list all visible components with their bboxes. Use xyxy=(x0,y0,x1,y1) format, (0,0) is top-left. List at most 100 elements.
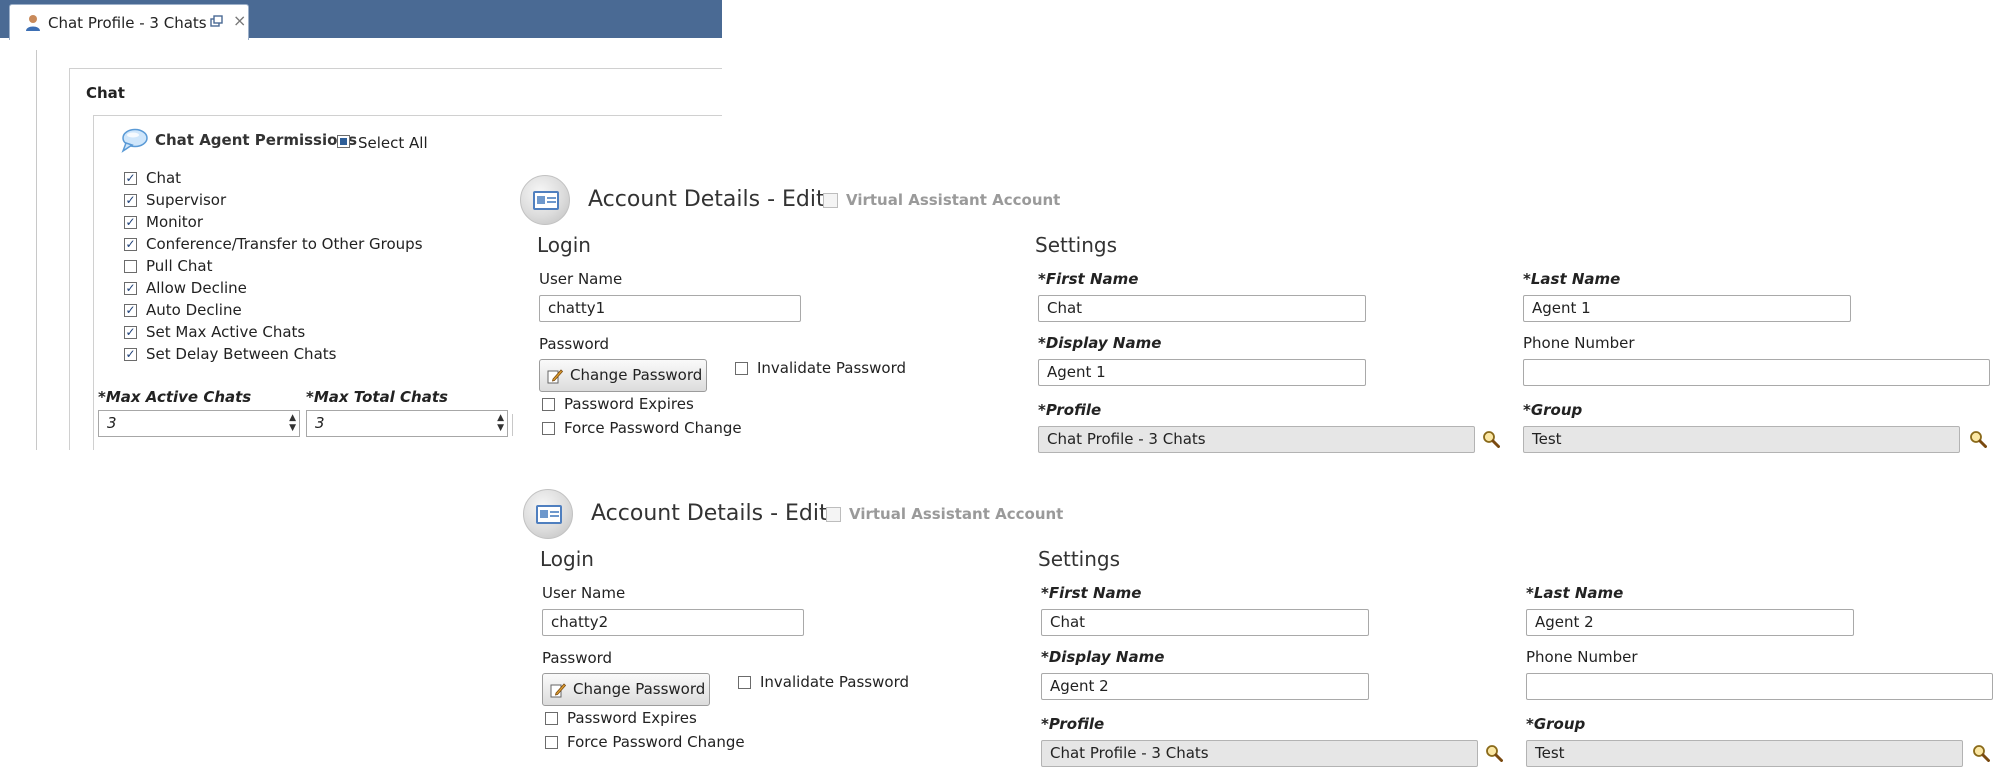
max-active-chats-spinner[interactable]: 3 ▲ ▼ xyxy=(98,410,300,437)
permission-label: Allow Decline xyxy=(146,279,247,297)
username-input[interactable]: chatty1 xyxy=(539,295,801,322)
account-details-panel: Account Details - Edit Virtual Assistant … xyxy=(523,489,2006,769)
change-password-label: Change Password xyxy=(570,366,703,384)
search-icon[interactable] xyxy=(1482,430,1500,448)
search-icon[interactable] xyxy=(1969,430,1987,448)
password-label: Password xyxy=(542,649,613,667)
phone-number-input[interactable] xyxy=(1523,359,1990,386)
change-password-label: Change Password xyxy=(573,680,706,698)
pencil-icon xyxy=(547,369,563,384)
spinner-arrows-icon[interactable]: ▲ ▼ xyxy=(289,413,296,433)
virtual-assistant-label: Virtual Assistant Account xyxy=(846,191,1061,209)
invalidate-password-label: Invalidate Password xyxy=(757,359,906,377)
display-name-input[interactable]: Agent 1 xyxy=(1038,359,1366,386)
profile-label: *Profile xyxy=(1038,401,1102,419)
divider xyxy=(512,414,513,436)
last-name-label: *Last Name xyxy=(1526,584,1624,602)
checkbox-checked[interactable]: ✓ xyxy=(124,238,137,251)
checkbox-unchecked[interactable] xyxy=(545,712,558,725)
id-card-icon xyxy=(533,191,559,210)
tab-chat-profile[interactable]: Chat Profile - 3 Chats × xyxy=(9,4,249,40)
checkbox-checked[interactable]: ✓ xyxy=(124,304,137,317)
checkbox-unchecked[interactable] xyxy=(545,736,558,749)
divider xyxy=(36,50,37,450)
virtual-assistant-label: Virtual Assistant Account xyxy=(849,505,1064,523)
change-password-button[interactable]: Change Password xyxy=(539,359,707,392)
username-label: User Name xyxy=(539,270,623,288)
settings-section-title: Settings xyxy=(1038,547,1121,571)
checkbox-checked[interactable]: ✓ xyxy=(124,172,137,185)
close-icon[interactable]: × xyxy=(233,11,246,30)
search-icon[interactable] xyxy=(1485,744,1503,762)
username-input[interactable]: chatty2 xyxy=(542,609,804,636)
password-label: Password xyxy=(539,335,610,353)
first-name-input[interactable]: Chat xyxy=(1041,609,1369,636)
force-password-change-label: Force Password Change xyxy=(567,733,745,751)
last-name-input[interactable]: Agent 1 xyxy=(1523,295,1851,322)
max-total-chats-value: 3 xyxy=(315,414,325,432)
permission-label: Supervisor xyxy=(146,191,227,209)
account-details-panel: Account Details - Edit Virtual Assistant … xyxy=(520,175,2006,455)
search-icon[interactable] xyxy=(1972,744,1990,762)
password-expires-label: Password Expires xyxy=(564,395,694,413)
virtual-assistant-checkbox[interactable] xyxy=(826,507,841,522)
checkbox-unchecked[interactable] xyxy=(735,362,748,375)
checkbox-unchecked[interactable] xyxy=(542,422,555,435)
permission-label: Monitor xyxy=(146,213,204,231)
login-section-title: Login xyxy=(537,233,591,257)
max-total-chats-spinner[interactable]: 3 ▲ ▼ xyxy=(306,410,508,437)
force-password-change-label: Force Password Change xyxy=(564,419,742,437)
spinner-arrows-icon[interactable]: ▲ ▼ xyxy=(497,413,504,433)
chat-section-title: Chat xyxy=(86,84,125,102)
phone-number-label: Phone Number xyxy=(1526,648,1638,666)
phone-number-input[interactable] xyxy=(1526,673,1993,700)
group-label: *Group xyxy=(1526,715,1586,733)
permissions-title: Chat Agent Permissions xyxy=(155,131,358,149)
restore-icon[interactable] xyxy=(210,15,224,29)
checkbox-unchecked[interactable] xyxy=(738,676,751,689)
profile-label: *Profile xyxy=(1041,715,1105,733)
display-name-input[interactable]: Agent 2 xyxy=(1041,673,1369,700)
account-details-title: Account Details - Edit xyxy=(588,187,825,212)
id-card-icon xyxy=(536,505,562,524)
checkbox-unchecked[interactable] xyxy=(124,260,137,273)
virtual-assistant-checkbox[interactable] xyxy=(823,193,838,208)
display-name-label: *Display Name xyxy=(1038,334,1162,352)
display-name-label: *Display Name xyxy=(1041,648,1165,666)
account-card-icon xyxy=(523,489,573,539)
last-name-input[interactable]: Agent 2 xyxy=(1526,609,1854,636)
person-icon xyxy=(26,15,40,31)
account-card-icon xyxy=(520,175,570,225)
permission-label: Set Max Active Chats xyxy=(146,323,306,341)
account-details-title: Account Details - Edit xyxy=(591,501,828,526)
select-all-checkbox[interactable] xyxy=(337,135,350,148)
checkbox-unchecked[interactable] xyxy=(542,398,555,411)
checkbox-checked[interactable]: ✓ xyxy=(124,194,137,207)
invalidate-password-label: Invalidate Password xyxy=(760,673,909,691)
checkbox-checked[interactable]: ✓ xyxy=(124,348,137,361)
checkbox-checked[interactable]: ✓ xyxy=(124,326,137,339)
phone-number-label: Phone Number xyxy=(1523,334,1635,352)
profile-field: Chat Profile - 3 Chats xyxy=(1041,740,1478,767)
profile-field: Chat Profile - 3 Chats xyxy=(1038,426,1475,453)
first-name-label: *First Name xyxy=(1038,270,1139,288)
group-label: *Group xyxy=(1523,401,1583,419)
select-all-label[interactable]: Select All xyxy=(358,134,428,152)
username-label: User Name xyxy=(542,584,626,602)
password-expires-label: Password Expires xyxy=(567,709,697,727)
change-password-button[interactable]: Change Password xyxy=(542,673,710,706)
max-active-chats-label: *Max Active Chats xyxy=(98,388,252,406)
speech-bubble-icon xyxy=(121,128,148,153)
settings-section-title: Settings xyxy=(1035,233,1118,257)
group-field: Test xyxy=(1526,740,1963,767)
permission-label: Pull Chat xyxy=(146,257,213,275)
first-name-input[interactable]: Chat xyxy=(1038,295,1366,322)
permission-label: Conference/Transfer to Other Groups xyxy=(146,235,423,253)
permission-label: Set Delay Between Chats xyxy=(146,345,337,363)
pencil-icon xyxy=(550,683,566,698)
max-active-chats-value: 3 xyxy=(107,414,117,432)
last-name-label: *Last Name xyxy=(1523,270,1621,288)
login-section-title: Login xyxy=(540,547,594,571)
checkbox-checked[interactable]: ✓ xyxy=(124,216,137,229)
checkbox-checked[interactable]: ✓ xyxy=(124,282,137,295)
